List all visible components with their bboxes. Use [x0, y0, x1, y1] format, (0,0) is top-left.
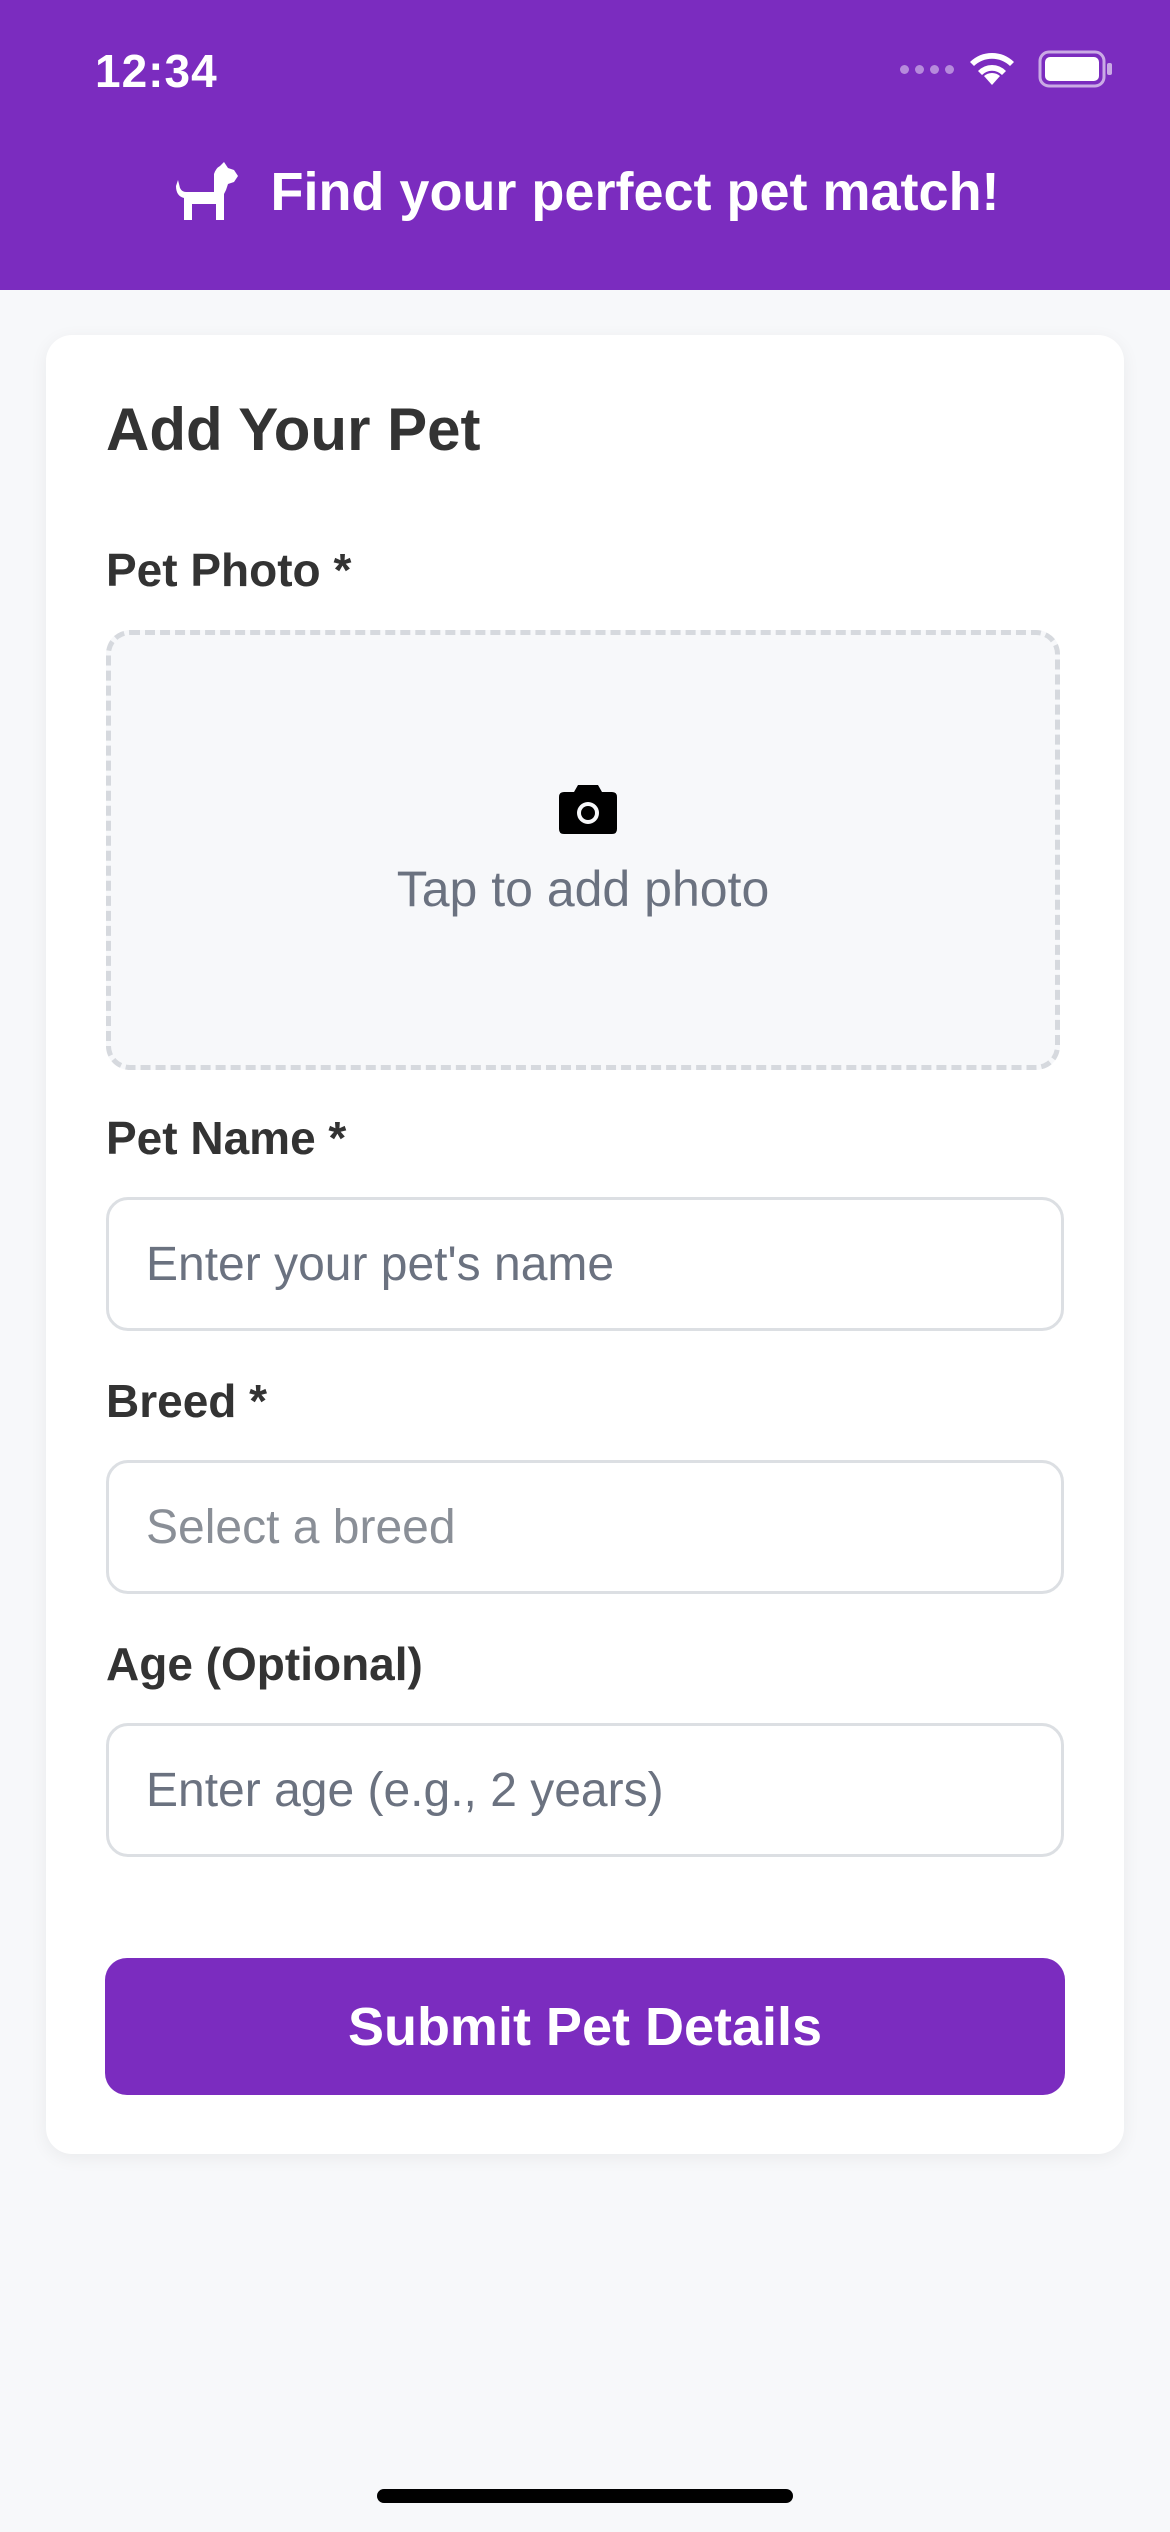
header-title: Find your perfect pet match!: [270, 162, 1000, 222]
home-indicator[interactable]: [377, 2489, 793, 2503]
pet-name-label: Pet Name *: [106, 1112, 347, 1164]
breed-placeholder: Select a breed: [146, 1500, 456, 1554]
age-label: Age (Optional): [106, 1638, 423, 1690]
breed-select[interactable]: Select a breed: [106, 1460, 1064, 1594]
pet-photo-label: Pet Photo *: [106, 544, 352, 596]
form-title: Add Your Pet: [106, 396, 481, 463]
breed-label: Breed *: [106, 1375, 268, 1427]
camera-icon: [559, 785, 617, 834]
wifi-icon: [970, 53, 1014, 85]
photo-upload-area[interactable]: Tap to add photo: [106, 630, 1060, 1070]
header-title-row: Find your perfect pet match!: [0, 160, 1170, 224]
add-pet-form-card: Add Your Pet Pet Photo * Tap to add phot…: [46, 335, 1124, 2154]
cellular-signal-icon: [900, 64, 954, 74]
status-indicators: [900, 50, 1114, 88]
status-time: 12:34: [95, 45, 218, 97]
pet-name-placeholder: Enter your pet's name: [146, 1237, 615, 1291]
add-photo-prompt: Tap to add photo: [396, 861, 770, 917]
submit-button[interactable]: Submit Pet Details: [105, 1958, 1065, 2095]
dog-icon: [176, 162, 239, 220]
battery-icon: [1038, 50, 1112, 88]
app-header: 12:34 Find your perfect pet match!: [0, 0, 1170, 290]
age-placeholder: Enter age (e.g., 2 years): [146, 1763, 664, 1817]
pet-name-input[interactable]: Enter your pet's name: [106, 1197, 1064, 1331]
age-input[interactable]: Enter age (e.g., 2 years): [106, 1723, 1064, 1857]
